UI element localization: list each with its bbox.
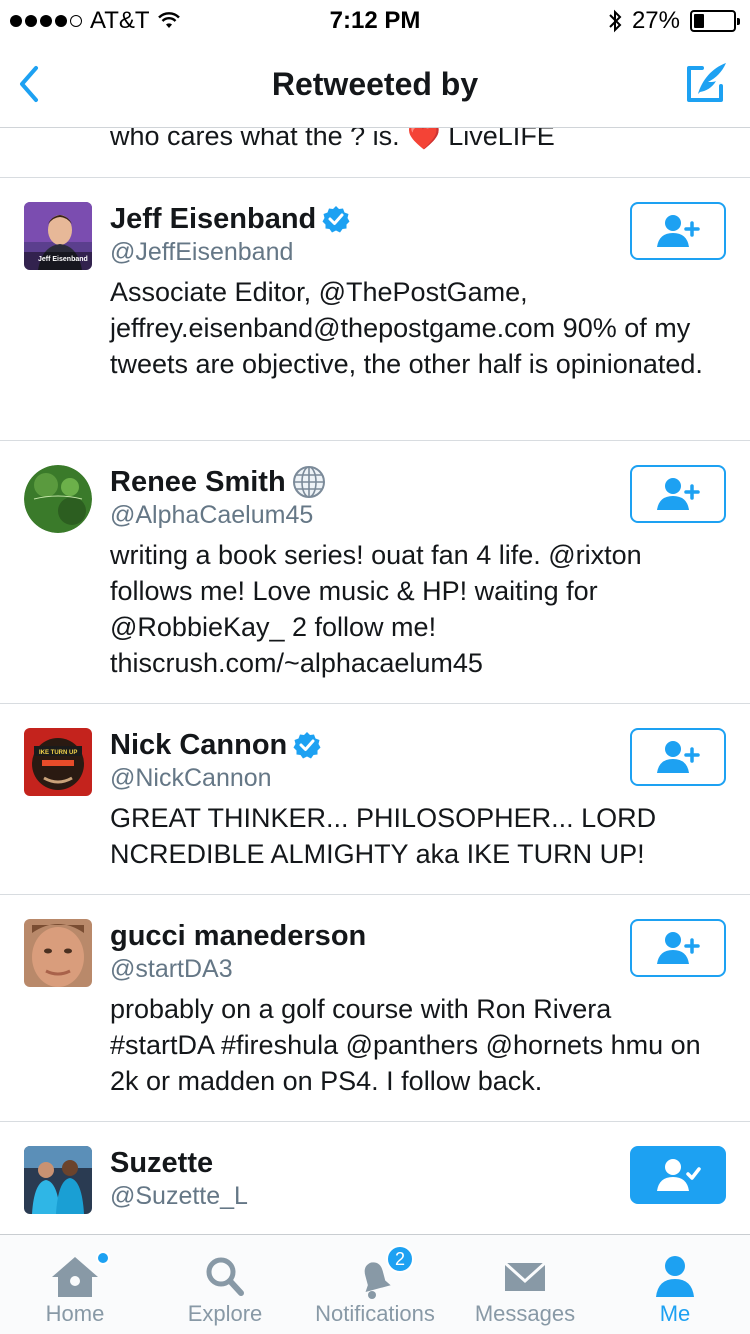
notification-count-badge: 2 (386, 1245, 414, 1273)
user-row[interactable]: Jeff Eisenband Jeff Eisenband @JeffEisen… (0, 178, 750, 441)
person-icon (656, 1256, 694, 1297)
tab-bar: Home Explore 2 Notifications Messages Me (0, 1234, 750, 1334)
tab-label: Me (659, 1301, 691, 1326)
user-bio: probably on a golf course with Ron River… (110, 994, 701, 1096)
user-bio: GREAT THINKER... PHILOSOPHER... LORD NCR… (110, 803, 657, 869)
status-right: 27% (608, 7, 740, 35)
tab-notifications[interactable]: 2 Notifications (300, 1235, 450, 1334)
new-content-dot (96, 1251, 110, 1265)
follow-button[interactable] (630, 202, 726, 260)
renee-avatar-image (24, 465, 92, 533)
user-name[interactable]: Nick Cannon (110, 729, 287, 762)
tab-label: Home (45, 1301, 105, 1326)
avatar-caption: IKE TURN UP (39, 750, 77, 756)
user-row[interactable]: Renee Smith @AlphaCaelum45 writing a boo… (0, 441, 750, 704)
tab-explore[interactable]: Explore (150, 1235, 300, 1334)
home-icon (52, 1257, 98, 1297)
battery-percent: 27% (631, 7, 680, 34)
verified-badge-icon (322, 206, 350, 233)
user-name[interactable]: gucci manederson (110, 920, 366, 953)
user-row[interactable]: Suzette @Suzette_L (0, 1122, 750, 1234)
follow-button[interactable] (630, 919, 726, 977)
user-row[interactable]: gucci manederson @startDA3 probably on a… (0, 895, 750, 1122)
user-name[interactable]: Renee Smith (110, 466, 286, 499)
avatar[interactable] (24, 1146, 92, 1214)
tab-label: Messages (474, 1301, 576, 1326)
avatar[interactable] (24, 465, 92, 533)
verified-badge-icon (293, 732, 321, 759)
battery-fill (694, 14, 705, 28)
user-row[interactable]: IKE TURN UP Nick Cannon @NickCannon GREA… (0, 704, 750, 895)
retweeters-list[interactable]: who cares what the ? is. ❤️ LiveLIFE Jef… (0, 128, 750, 1234)
search-icon (206, 1257, 244, 1296)
tab-label: Explore (187, 1301, 263, 1326)
following-button[interactable] (630, 1146, 726, 1204)
add-user-icon (657, 215, 700, 247)
tab-label: Notifications (315, 1301, 435, 1326)
user-following-icon (657, 1159, 701, 1191)
avatar-caption: Jeff Eisenband (38, 256, 88, 263)
avatar[interactable]: Jeff Eisenband (24, 202, 92, 270)
page-title: Retweeted by (271, 66, 479, 102)
bluetooth-icon (609, 9, 622, 33)
user-name[interactable]: Suzette (110, 1147, 213, 1180)
tab-me[interactable]: Me (600, 1235, 750, 1334)
avatar[interactable] (24, 919, 92, 987)
partial-user-bio: who cares what the ? is. ❤️ LiveLIFE (0, 128, 750, 178)
avatar[interactable]: IKE TURN UP (24, 728, 92, 796)
envelope-icon (503, 1261, 547, 1291)
compose-tweet-icon[interactable] (684, 60, 728, 106)
suzette-avatar-image (24, 1146, 92, 1214)
add-user-icon (657, 932, 700, 964)
nav-bar: Retweeted by (0, 40, 750, 128)
follow-button[interactable] (630, 728, 726, 786)
user-bio: writing a book series! ouat fan 4 life. … (110, 540, 642, 678)
follow-button[interactable] (630, 465, 726, 523)
add-user-icon (657, 741, 700, 773)
partial-bio-text: who cares what the ? is. ❤️ LiveLIFE (110, 128, 555, 151)
add-user-icon (657, 478, 700, 510)
jeff-avatar-image: Jeff Eisenband (24, 202, 92, 270)
gucci-avatar-image (24, 919, 92, 987)
tab-home[interactable]: Home (0, 1235, 150, 1334)
tab-messages[interactable]: Messages (450, 1235, 600, 1334)
nick-avatar-image: IKE TURN UP (24, 728, 92, 796)
status-bar: AT&T 7:12 PM 27% (0, 0, 750, 40)
battery-icon (690, 10, 740, 32)
globe-emoji-icon (292, 466, 325, 498)
user-bio: Associate Editor, @ThePostGame, jeffrey.… (110, 277, 703, 379)
user-name[interactable]: Jeff Eisenband (110, 203, 316, 236)
